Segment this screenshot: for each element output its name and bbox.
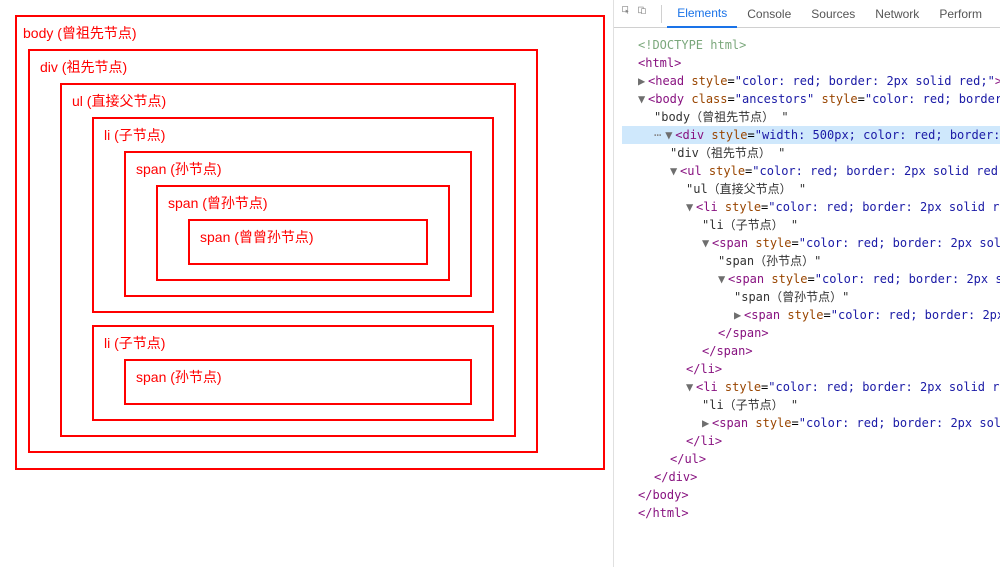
span-box-2-label: span (曾孙节点) [168,193,438,213]
span-box-1: span (孙节点) span (曾孙节点) span (曾曾孙节点) [124,151,472,297]
dom-node-html-close[interactable]: </html> [622,504,1000,522]
span-box-4: span (孙节点) [124,359,472,405]
dom-text-span1[interactable]: "span（孙节点）" [622,252,1000,270]
li-box-2: li (子节点) span (孙节点) [92,325,494,421]
span-box-3: span (曾曾孙节点) [188,219,428,265]
dom-node-span3-open[interactable]: ▶<span style="color: red; border: 2px so… [622,306,1000,324]
dom-text-li2[interactable]: "li（子节点） " [622,396,1000,414]
dom-text-body[interactable]: "body（曾祖先节点） " [622,108,1000,126]
dom-node-li2-close[interactable]: </li> [622,432,1000,450]
dom-tree[interactable]: <!DOCTYPE html> <html> ▶<head style="col… [614,28,1000,530]
dom-node-body-close[interactable]: </body> [622,486,1000,504]
dom-node-span4-open[interactable]: ▶<span style="color: red; border: 2px so… [622,414,1000,432]
dom-node-body-open[interactable]: ▼<body class="ancestors" style="color: r… [622,90,1000,108]
inspect-element-icon[interactable] [622,6,630,22]
tab-performance[interactable]: Perform [929,1,992,27]
tab-network[interactable]: Network [865,1,929,27]
tab-elements[interactable]: Elements [667,0,737,28]
div-box: div (祖先节点) ul (直接父节点) li (子节点) span (孙节点… [28,49,538,453]
dom-node-div-close[interactable]: </div> [622,468,1000,486]
span-box-3-label: span (曾曾孙节点) [200,227,416,247]
span-box-4-label: span (孙节点) [136,367,460,387]
toolbar-divider [661,5,662,23]
dom-node-ul-open[interactable]: ▼<ul style="color: red; border: 2px soli… [622,162,1000,180]
device-toolbar-icon[interactable] [638,6,646,22]
dom-node-ul-close[interactable]: </ul> [622,450,1000,468]
tab-sources[interactable]: Sources [801,1,865,27]
dom-text-span2[interactable]: "span（曾孙节点）" [622,288,1000,306]
ul-box-label: ul (直接父节点) [72,91,504,111]
ul-box: ul (直接父节点) li (子节点) span (孙节点) span (曾孙节… [60,83,516,437]
dom-text-div[interactable]: "div（祖先节点） " [622,144,1000,162]
dom-node-head[interactable]: ▶<head style="color: red; border: 2px so… [622,72,1000,90]
dom-node-span2-close[interactable]: </span> [622,324,1000,342]
devtools-panel: Elements Console Sources Network Perform… [614,0,1000,567]
dom-text-ul[interactable]: "ul（直接父节点） " [622,180,1000,198]
li-box-2-label: li (子节点) [104,333,482,353]
dom-node-div-open[interactable]: ⋯▼<div style="width: 500px; color: red; … [622,126,1000,144]
li-box-1-label: li (子节点) [104,125,482,145]
rendered-page-preview: body (曾祖先节点) div (祖先节点) ul (直接父节点) li (子… [0,0,613,567]
dom-node-html-open[interactable]: <html> [622,54,1000,72]
div-box-label: div (祖先节点) [40,57,526,77]
span-box-2: span (曾孙节点) span (曾曾孙节点) [156,185,450,281]
span-box-1-label: span (孙节点) [136,159,460,179]
dom-node-li2-open[interactable]: ▼<li style="color: red; border: 2px soli… [622,378,1000,396]
dom-node-span1-close[interactable]: </span> [622,342,1000,360]
dom-node-li1-close[interactable]: </li> [622,360,1000,378]
body-box: body (曾祖先节点) div (祖先节点) ul (直接父节点) li (子… [15,15,605,470]
dom-node-doctype[interactable]: <!DOCTYPE html> [622,36,1000,54]
dom-text-li1[interactable]: "li（子节点） " [622,216,1000,234]
body-box-label: body (曾祖先节点) [23,23,593,43]
li-box-1: li (子节点) span (孙节点) span (曾孙节点) span (曾曾… [92,117,494,313]
devtools-toolbar: Elements Console Sources Network Perform [614,0,1000,28]
dom-node-li1-open[interactable]: ▼<li style="color: red; border: 2px soli… [622,198,1000,216]
dom-node-span2-open[interactable]: ▼<span style="color: red; border: 2px so… [622,270,1000,288]
dom-node-span1-open[interactable]: ▼<span style="color: red; border: 2px so… [622,234,1000,252]
tab-console[interactable]: Console [737,1,801,27]
